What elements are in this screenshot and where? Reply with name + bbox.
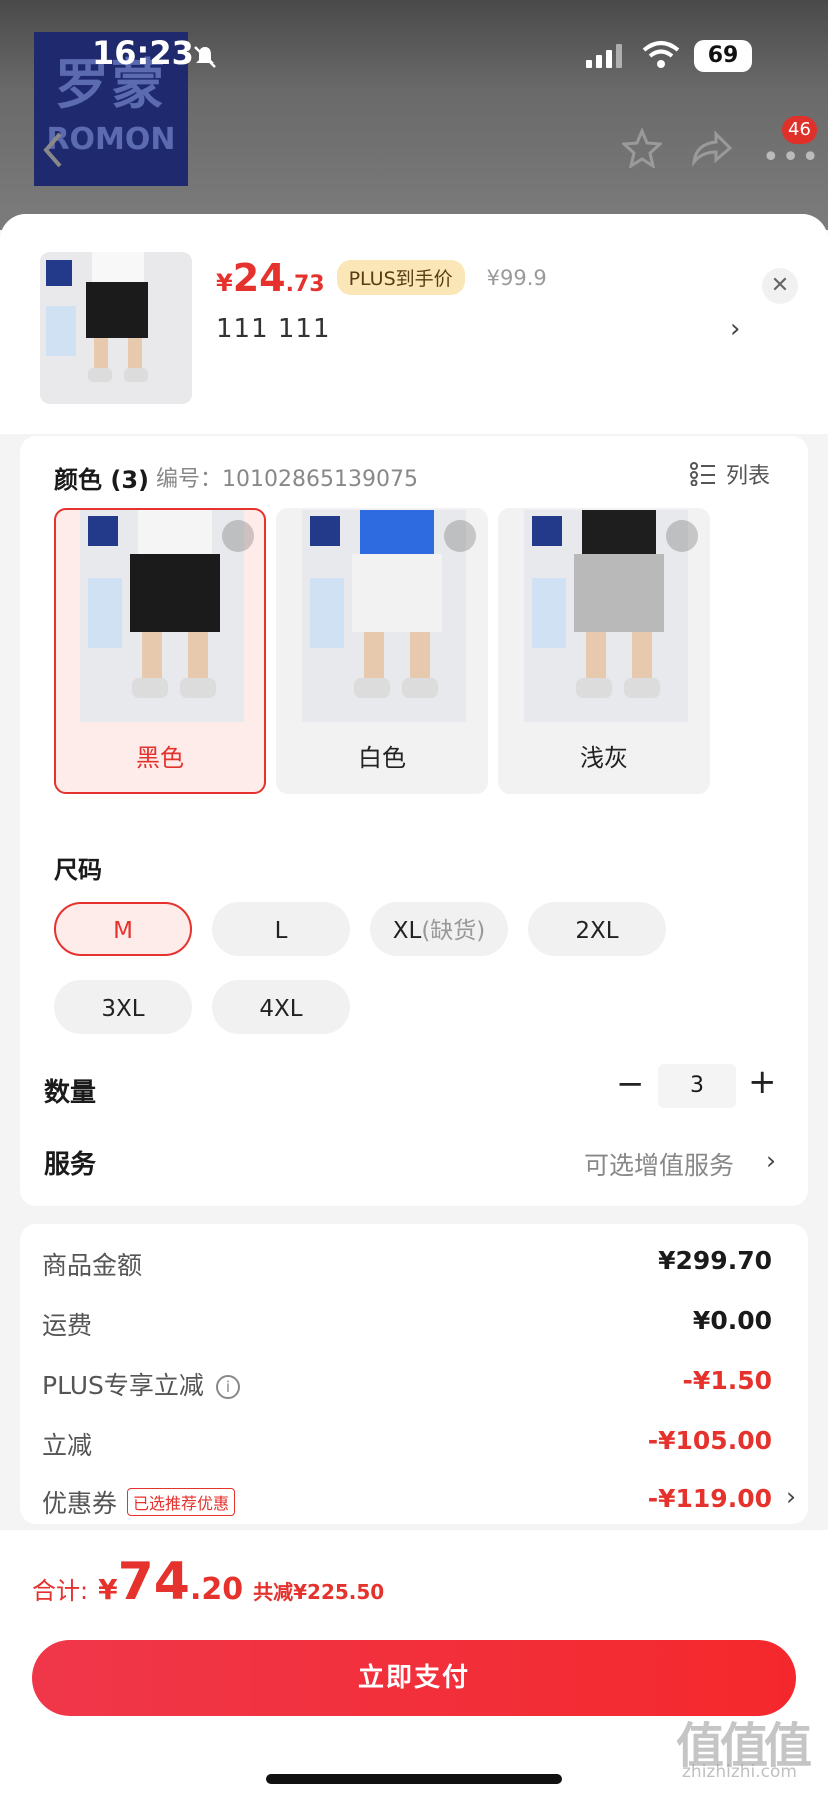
summary-label: 优惠券 已选推荐优惠 bbox=[42, 1484, 236, 1520]
quantity-decrease-button[interactable]: − bbox=[616, 1064, 645, 1104]
expand-icon[interactable] bbox=[666, 520, 698, 552]
favorite-star-icon[interactable] bbox=[622, 128, 662, 168]
pay-now-button[interactable]: 立即支付 bbox=[32, 1640, 796, 1716]
plus-discount-label: PLUS专享立减 bbox=[42, 1371, 204, 1400]
price-decimal: .73 bbox=[285, 272, 325, 297]
color-swatch-label: 浅灰 bbox=[580, 744, 628, 772]
signal-icon bbox=[586, 44, 622, 68]
size-option-l[interactable]: L bbox=[212, 902, 350, 956]
quantity-input[interactable]: 3 bbox=[658, 1064, 736, 1108]
summary-row-discount: 立减 -¥105.00 bbox=[42, 1426, 772, 1466]
total-row: 合计: ¥ 74 .20 共减¥225.50 bbox=[32, 1552, 384, 1612]
battery-indicator: 69 bbox=[694, 40, 752, 72]
size-option-2xl[interactable]: 2XL bbox=[528, 902, 666, 956]
summary-value: ¥299.70 bbox=[658, 1246, 772, 1275]
coupon-label: 优惠券 bbox=[42, 1489, 118, 1518]
total-saved: 共减¥225.50 bbox=[253, 1580, 385, 1604]
color-swatch-list: 黑色 白色 浅灰 bbox=[54, 508, 710, 794]
service-label: 服务 bbox=[44, 1150, 97, 1180]
summary-row-shipping: 运费 ¥0.00 bbox=[42, 1306, 772, 1346]
back-arrow-icon[interactable] bbox=[38, 130, 68, 170]
info-icon[interactable]: i bbox=[215, 1375, 240, 1399]
chevron-right-icon[interactable]: › bbox=[786, 1482, 796, 1511]
summary-row-plus: PLUS专享立减 i -¥1.50 bbox=[42, 1366, 772, 1406]
chevron-right-icon[interactable]: › bbox=[766, 1146, 776, 1175]
summary-value: ¥0.00 bbox=[692, 1306, 772, 1335]
summary-label: PLUS专享立减 i bbox=[42, 1366, 240, 1402]
selected-spec[interactable]: 111 111 bbox=[216, 314, 331, 344]
wifi-icon bbox=[642, 41, 680, 68]
list-icon bbox=[690, 462, 715, 486]
options-card: 颜色 (3) 编号：10102865139075 列表 黑色 白色 浅灰 尺码 … bbox=[20, 436, 808, 1206]
watermark-url: zhizhizhi.com bbox=[682, 1762, 797, 1782]
color-swatch-image bbox=[302, 510, 466, 722]
color-swatch-image bbox=[524, 510, 688, 722]
color-section-title: 颜色 (3) bbox=[54, 466, 149, 494]
total-label: 合计: bbox=[32, 1577, 89, 1605]
product-price-row: ¥ 24 .73 PLUS到手价 ¥99.9 bbox=[216, 256, 547, 300]
summary-label: 立减 bbox=[42, 1431, 93, 1460]
original-price: ¥99.9 bbox=[486, 266, 547, 290]
summary-value: -¥105.00 bbox=[647, 1426, 772, 1455]
size-option-4xl[interactable]: 4XL bbox=[212, 980, 350, 1034]
product-thumbnail-image bbox=[40, 252, 192, 404]
status-time: 16:23 bbox=[92, 34, 194, 72]
close-button[interactable]: ✕ bbox=[762, 268, 798, 304]
summary-row-goods: 商品金额 ¥299.70 bbox=[42, 1246, 772, 1286]
price-symbol: ¥ bbox=[216, 269, 233, 297]
list-toggle-label: 列表 bbox=[726, 464, 771, 489]
share-icon[interactable] bbox=[690, 128, 732, 168]
more-icon[interactable]: ••• bbox=[762, 140, 821, 175]
size-option-xl[interactable]: XL(缺货) bbox=[370, 902, 508, 956]
sku-selection-sheet: ¥ 24 .73 PLUS到手价 ¥99.9 111 111 › ✕ 颜色 (3… bbox=[0, 214, 828, 1795]
color-swatch[interactable]: 浅灰 bbox=[498, 508, 710, 794]
home-indicator[interactable] bbox=[266, 1774, 562, 1784]
color-swatch-label: 白色 bbox=[358, 744, 406, 772]
quantity-label: 数量 bbox=[44, 1078, 97, 1108]
summary-label: 商品金额 bbox=[42, 1251, 143, 1280]
plus-price-tag: PLUS到手价 bbox=[336, 260, 465, 295]
summary-value: -¥1.50 bbox=[682, 1366, 772, 1395]
list-view-toggle[interactable]: 列表 bbox=[690, 458, 770, 490]
color-swatch[interactable]: 黑色 bbox=[54, 508, 266, 794]
quantity-increase-button[interactable]: + bbox=[748, 1062, 777, 1102]
product-summary-header: ¥ 24 .73 PLUS到手价 ¥99.9 111 111 › ✕ bbox=[0, 214, 828, 434]
summary-label: 运费 bbox=[42, 1311, 93, 1340]
color-swatch[interactable]: 白色 bbox=[276, 508, 488, 794]
sku-number: 编号：10102865139075 bbox=[156, 467, 418, 492]
product-page-backdrop: 罗蒙 ROMON 16:23 69 ••• 46 bbox=[0, 0, 828, 230]
summary-value: -¥119.00 bbox=[647, 1484, 772, 1513]
total-symbol: ¥ bbox=[98, 1573, 118, 1606]
total-decimal: .20 bbox=[189, 1572, 244, 1607]
size-option-list: M L XL(缺货) 2XL 3XL 4XL bbox=[54, 902, 774, 1034]
service-selector[interactable]: 可选增值服务 bbox=[584, 1146, 734, 1182]
color-swatch-image bbox=[80, 510, 244, 722]
product-thumbnail[interactable] bbox=[40, 252, 192, 404]
notification-badge: 46 bbox=[782, 116, 817, 144]
price-summary-card: 商品金额 ¥299.70 运费 ¥0.00 PLUS专享立减 i -¥1.50 立… bbox=[20, 1224, 808, 1524]
coupon-tag: 已选推荐优惠 bbox=[127, 1488, 236, 1516]
size-option-m[interactable]: M bbox=[54, 902, 192, 956]
color-swatch-label: 黑色 bbox=[136, 744, 184, 772]
size-option-3xl[interactable]: 3XL bbox=[54, 980, 192, 1034]
expand-icon[interactable] bbox=[222, 520, 254, 552]
out-of-stock-label: (缺货) bbox=[421, 918, 486, 944]
summary-row-coupon[interactable]: 优惠券 已选推荐优惠 -¥119.00 bbox=[42, 1484, 772, 1524]
price-integer: 24 bbox=[232, 256, 286, 300]
size-section-title: 尺码 bbox=[54, 856, 102, 884]
total-integer: 74 bbox=[117, 1552, 190, 1612]
bell-muted-icon bbox=[194, 46, 216, 68]
expand-icon[interactable] bbox=[444, 520, 476, 552]
size-option-xl-label: XL bbox=[392, 918, 422, 944]
chevron-right-icon[interactable]: › bbox=[730, 314, 740, 344]
